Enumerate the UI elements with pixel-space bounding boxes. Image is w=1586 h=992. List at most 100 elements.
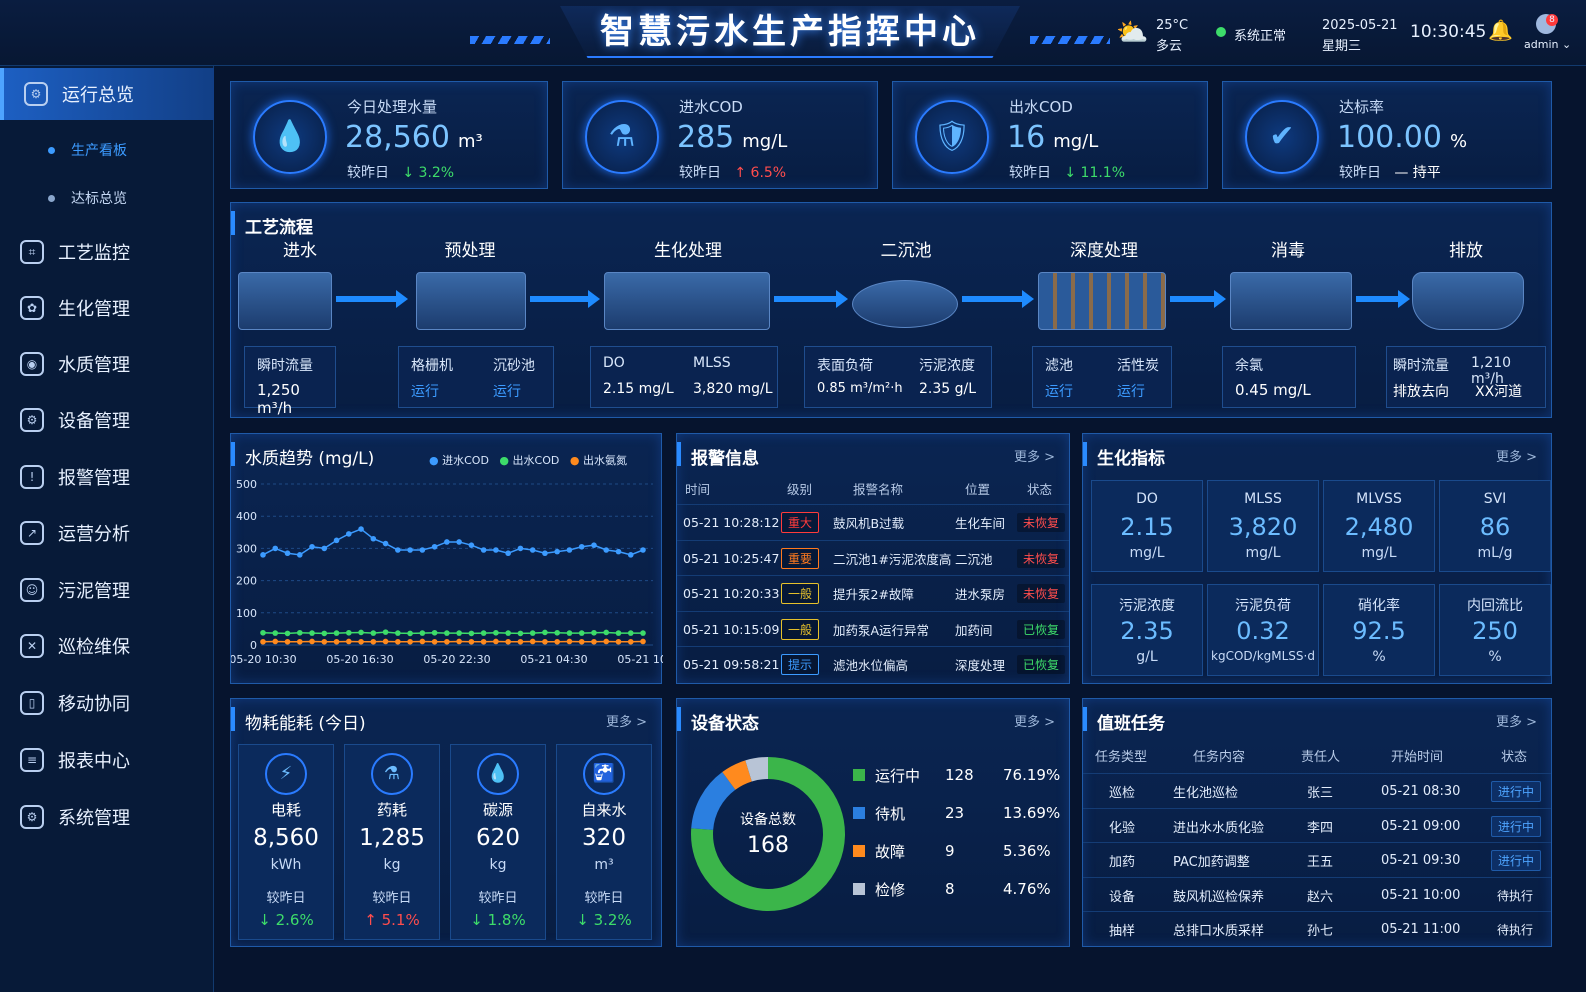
biochemical-tank-image[interactable] [604,272,770,330]
sidebar-item-inspection[interactable]: ✕ 巡检维保 [0,620,214,672]
flow-arrow [530,290,600,308]
device-status-row[interactable]: 检修 8 4.76% [851,871,1061,907]
bio-metric-card[interactable]: 污泥浓度 2.35 g/L [1091,584,1203,676]
alarm-row[interactable]: 05-21 10:28:12 重大 鼓风机B过载 生化车间 未恢复 [677,504,1069,540]
data-point [419,547,426,553]
x-tick-label: 05-20 16:30 [326,653,393,666]
flow-arrow [1170,290,1226,308]
duty-row[interactable]: 抽样 总排口水质采样 孙七 05-21 11:00 待执行 [1083,911,1551,947]
data-point [480,547,487,553]
weekday: 星期三 [1322,39,1362,54]
phone-icon: ▯ [20,691,44,715]
duty-row[interactable]: 化验 进出水水质化验 李四 05-21 09:00 进行中 [1083,807,1551,844]
chart-icon: ⌗ [20,240,44,264]
water-drop-icon: 💧 [477,753,519,795]
sidebar-item-system[interactable]: ⚙ 系统管理 [0,791,214,843]
consumption-card[interactable]: 💧 碳源 620 kg 较昨日 ↓ 1.8% [450,744,546,940]
sidebar-item-sludge[interactable]: ☺ 污泥管理 [0,564,214,616]
bio-panel: 生化指标 更多 > DO 2.15 mg/L MLSS 3,820 mg/L MLVSS 2,… [1082,433,1552,684]
device-status-row[interactable]: 运行中 128 76.19% [851,757,1061,793]
cloud-sun-icon: ⛅ [1116,18,1149,48]
inflow-tank-image[interactable] [238,272,332,330]
sidebar-item-mobile[interactable]: ▯ 移动协同 [0,677,214,729]
sidebar-item-water-quality[interactable]: ◉ 水质管理 [0,338,214,390]
bio-metric-card[interactable]: 硝化率 92.5% [1323,584,1435,676]
bio-metric-card[interactable]: DO 2.15 mg/L [1091,480,1203,572]
more-link[interactable]: 更多 > [1496,711,1537,730]
device-status-row[interactable]: 故障 9 5.36% [851,833,1061,869]
consumption-delta: ↓ 2.6% [258,911,314,929]
more-link[interactable]: 更多 > [1496,446,1537,465]
disinfection-image[interactable] [1230,272,1352,330]
clarifier-image[interactable] [852,280,958,328]
sidebar-subitem-production-board[interactable]: 生产看板 [48,140,127,160]
consumption-delta: ↓ 1.8% [470,911,526,929]
data-point [272,545,279,552]
device-panel: 设备状态 更多 > 设备总数 168 运行中 128 76.19% 待机 23 13.69… [676,698,1070,947]
bio-icon: ✿ [20,296,44,320]
data-point [480,638,487,645]
consumption-card[interactable]: ⚡ 电耗 8,560 kWh 较昨日 ↓ 2.6% [238,744,334,940]
bio-metric-card[interactable]: MLVSS 2,480 mg/L [1323,480,1435,572]
shield-drop-icon: 🛡 [915,100,989,174]
bio-metric-card[interactable]: 污泥负荷 0.32 kgCOD/kgMLSS·d [1207,584,1319,676]
pretreatment-tank-image[interactable] [416,272,526,330]
data-point [578,630,585,636]
data-point [480,630,487,636]
data-point [358,526,364,532]
sidebar-subitem-compliance[interactable]: 达标总览 [48,188,127,208]
y-tick-label: 200 [236,575,257,588]
more-link[interactable]: 更多 > [1014,711,1055,730]
alarm-level-tag: 重大 [781,512,820,533]
alarm-row[interactable]: 05-21 09:58:21 提示 滤池水位偏高 深度处理 已恢复 [677,646,1069,682]
data-point [321,545,328,552]
alarm-time: 05-21 09:58:21 [683,657,780,672]
bell-icon[interactable]: 🔔 [1488,18,1513,42]
consumption-card[interactable]: ⚗ 药耗 1,285 kg 较昨日 ↑ 5.1% [344,744,440,940]
sidebar-item-alarm[interactable]: ! 报警管理 [0,451,214,503]
panel-title: 生化指标 [1083,442,1165,469]
device-status-count: 8 [945,880,955,898]
data-point [284,638,291,645]
filter-image[interactable] [1038,272,1166,330]
task-type: 化验 [1109,820,1136,836]
bio-metric-value: 3,820 [1228,513,1298,541]
alarm-row[interactable]: 05-21 10:20:33 一般 提升泵2#故障 进水泵房 未恢复 [677,575,1069,611]
data-point [578,543,585,550]
bio-metric-card[interactable]: MLSS 3,820 mg/L [1207,480,1319,572]
duty-row[interactable]: 巡检 生化池巡检 张三 05-21 08:30 进行中 [1083,773,1551,809]
duty-row[interactable]: 设备 鼓风机巡检保养 赵六 05-21 10:00 待执行 [1083,876,1551,913]
drop-search-icon: ◉ [20,352,44,376]
duty-row[interactable]: 加药 PAC加药调整 王五 05-21 09:30 进行中 [1083,842,1551,878]
device-status-row[interactable]: 待机 23 13.69% [851,795,1061,831]
x-tick-label: 05-21 10:30 [617,653,663,666]
data-point [407,547,413,553]
more-link[interactable]: 更多 > [1014,446,1055,465]
flask-icon: ⚗ [585,100,659,174]
data-point [358,629,364,636]
task-status: 进行中 [1491,850,1542,871]
device-status-name: 待机 [875,804,906,823]
more-link[interactable]: 更多 > [606,711,647,730]
discharge-image[interactable] [1412,272,1524,330]
data-point [566,547,573,553]
sidebar-item-analysis[interactable]: ↗ 运营分析 [0,507,214,559]
alarm-row[interactable]: 05-21 10:15:09 一般 加药泵A运行异常 加药间 已恢复 [677,610,1069,647]
sidebar-item-process-monitor[interactable]: ⌗ 工艺监控 [0,226,214,278]
consumption-card[interactable]: 🚰 自来水 320 m³ 较昨日 ↓ 3.2% [556,744,652,940]
data-point [627,630,634,636]
sidebar-item-overview[interactable]: ⚙ 运行总览 [0,68,214,120]
bio-metric-card[interactable]: 内回流比 250% [1439,584,1551,676]
duty-panel: 值班任务 更多 > 任务类型 任务内容 责任人 开始时间 状态 巡检 生化池巡检 张… [1082,698,1552,947]
user-name[interactable]: admin ⌄ [1524,38,1571,51]
shield-check-icon: ✔ [1245,100,1319,174]
sidebar-item-equipment[interactable]: ⚙ 设备管理 [0,394,214,446]
sidebar-item-reports[interactable]: ≡ 报表中心 [0,734,214,786]
alarm-row[interactable]: 05-21 10:25:47 重要 二沉池1#污泥浓度高 二沉池 未恢复 [677,539,1069,576]
data-point [566,630,573,636]
panel-title: 工艺流程 [231,211,313,238]
data-point [493,547,499,553]
alarm-level-tag: 提示 [781,654,820,675]
sidebar-item-bio[interactable]: ✿ 生化管理 [0,282,214,334]
bio-metric-card[interactable]: SVI 86 mL/g [1439,480,1551,572]
